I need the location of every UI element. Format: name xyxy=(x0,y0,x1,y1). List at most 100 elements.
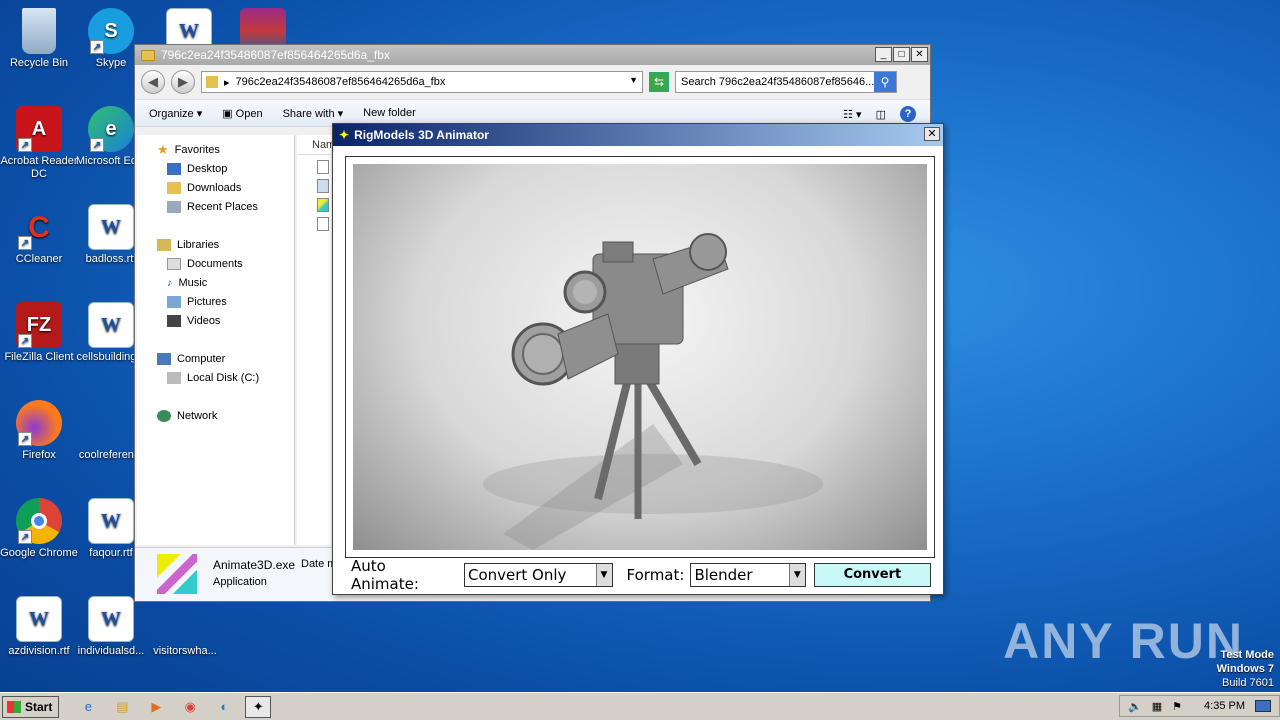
show-desktop-icon[interactable] xyxy=(1255,700,1271,712)
share-with-menu[interactable]: Share with ▾ xyxy=(283,107,344,120)
forward-button[interactable]: ▶ xyxy=(171,70,195,94)
taskbar-edge-icon[interactable]: ◐ xyxy=(211,696,237,718)
animator-controls: Auto Animate: Convert Only ▼ Format: Ble… xyxy=(351,557,931,593)
animator-app-icon: ✦ xyxy=(339,128,350,142)
open-button[interactable]: ▣ Open xyxy=(222,107,262,120)
animator-dialog: ✦ RigModels 3D Animator ✕ Auto Animate: … xyxy=(332,123,944,595)
filezilla-icon: FZ ↗ xyxy=(16,302,62,348)
help-icon[interactable]: ? xyxy=(900,106,916,122)
auto-animate-label: Auto Animate: xyxy=(351,557,419,593)
desktop-icon-acrobat[interactable]: A ↗ Acrobat Reader DC xyxy=(0,106,78,181)
nav-downloads[interactable]: Downloads xyxy=(167,179,241,197)
word-doc-icon: W xyxy=(88,302,134,348)
search-input[interactable]: Search 796c2ea24f35486087ef85646... ⚲ xyxy=(675,71,897,93)
nav-computer[interactable]: Computer xyxy=(157,350,225,368)
disk-icon xyxy=(167,372,181,384)
desktop-icon-recycle-bin[interactable]: Recycle Bin xyxy=(0,8,78,70)
animator-titlebar[interactable]: ✦ RigModels 3D Animator xyxy=(333,124,943,146)
app-file-icon[interactable] xyxy=(317,198,329,212)
close-button[interactable]: ✕ xyxy=(911,47,928,62)
network-icon xyxy=(157,410,171,422)
network-tray-icon[interactable]: ▦ xyxy=(1152,700,1162,713)
back-button[interactable]: ◀ xyxy=(141,70,165,94)
3d-viewport[interactable] xyxy=(345,156,935,558)
nav-favorites[interactable]: ★ Favorites xyxy=(157,141,220,159)
firefox-icon: ↗ xyxy=(16,400,62,446)
nav-videos[interactable]: Videos xyxy=(167,312,220,330)
model-preview xyxy=(353,164,927,550)
folder-icon xyxy=(141,49,155,61)
tripod-weapon-model xyxy=(483,233,823,550)
desktop-icon-visitorswha[interactable]: visitorswha... xyxy=(146,596,224,658)
convert-button[interactable]: Convert xyxy=(813,563,931,587)
nav-recent-places[interactable]: Recent Places xyxy=(167,198,258,216)
nav-music[interactable]: ♪ Music xyxy=(167,274,207,292)
view-controls: ☷ ▾ ◫ ? xyxy=(843,106,916,122)
anyrun-watermark: ANY RUN xyxy=(1003,613,1244,669)
music-icon: ♪ xyxy=(167,277,173,289)
address-dropdown-icon[interactable]: ▼ xyxy=(629,75,638,85)
file-list: Nam xyxy=(297,135,335,545)
desktop-icon xyxy=(167,163,181,175)
folder-icon xyxy=(206,76,218,88)
refresh-button[interactable]: ⇆ xyxy=(649,72,669,92)
dropdown-arrow-icon[interactable]: ▼ xyxy=(788,564,805,586)
word-doc-icon: W xyxy=(88,498,134,544)
maximize-button[interactable]: □ xyxy=(893,47,910,62)
format-label: Format: xyxy=(626,566,685,584)
taskbar-ie-icon[interactable]: e xyxy=(75,696,101,718)
taskbar-explorer-icon[interactable]: ▤ xyxy=(109,696,135,718)
nav-documents[interactable]: Documents xyxy=(167,255,243,273)
downloads-icon xyxy=(167,182,181,194)
start-button[interactable]: Start xyxy=(2,695,60,718)
clock[interactable]: 4:35 PM xyxy=(1204,700,1245,712)
taskbar-chrome-icon[interactable]: ◉ xyxy=(177,696,203,718)
desktop-icon-firefox[interactable]: ↗ Firefox xyxy=(0,400,78,462)
skype-icon: S ↗ xyxy=(88,8,134,54)
taskbar-media-player-icon[interactable]: ▶ xyxy=(143,696,169,718)
desktop-icon-filezilla[interactable]: FZ ↗ FileZilla Client xyxy=(0,302,78,364)
format-select[interactable]: Blender ▼ xyxy=(690,563,806,587)
volume-icon[interactable]: 🔈 xyxy=(1128,700,1142,713)
new-folder-button[interactable]: New folder xyxy=(363,107,416,119)
explorer-titlebar[interactable]: 796c2ea24f35486087ef856464265d6a_fbx _ □… xyxy=(135,45,930,65)
nav-pictures[interactable]: Pictures xyxy=(167,293,227,311)
dropdown-arrow-icon[interactable]: ▼ xyxy=(595,564,612,586)
ccleaner-icon: C ↗ xyxy=(16,204,62,250)
taskbar-animator-icon[interactable]: ✦ xyxy=(245,695,272,718)
image-file-icon[interactable] xyxy=(317,179,329,193)
search-icon[interactable]: ⚲ xyxy=(874,72,896,92)
nav-local-disk[interactable]: Local Disk (C:) xyxy=(167,369,259,387)
blank-file-icon xyxy=(88,400,134,446)
word-doc-icon: W xyxy=(88,596,134,642)
desktop-icon-azdivision[interactable]: W azdivision.rtf xyxy=(0,596,78,658)
organize-menu[interactable]: Organize ▾ xyxy=(149,107,202,120)
nav-libraries[interactable]: Libraries xyxy=(157,236,219,254)
computer-icon xyxy=(157,353,171,365)
chrome-icon: ↗ xyxy=(16,498,62,544)
file-icon[interactable] xyxy=(317,217,329,231)
action-center-flag-icon[interactable]: ⚑ xyxy=(1172,700,1182,713)
column-header-name[interactable]: Nam xyxy=(297,135,335,155)
videos-icon xyxy=(167,315,181,327)
word-doc-icon: W xyxy=(88,204,134,250)
nav-network[interactable]: Network xyxy=(157,407,217,425)
auto-animate-select[interactable]: Convert Only ▼ xyxy=(463,563,613,587)
recycle-bin-icon xyxy=(22,8,56,54)
recent-places-icon xyxy=(167,201,181,213)
minimize-button[interactable]: _ xyxy=(875,47,892,62)
word-doc-icon: W xyxy=(16,596,62,642)
file-icon[interactable] xyxy=(317,160,329,174)
preview-pane-icon[interactable]: ◫ xyxy=(876,108,886,121)
details-pane: Animate3D.exe Application Date m xyxy=(135,547,336,601)
blank-file-icon xyxy=(162,596,208,642)
desktop-icon-chrome[interactable]: ↗ Google Chrome xyxy=(0,498,78,560)
animator-close-button[interactable]: ✕ xyxy=(924,127,940,141)
desktop-icon-individualsd[interactable]: W individualsd... xyxy=(72,596,150,658)
address-bar[interactable]: ▸ 796c2ea24f35486087ef856464265d6a_fbx ▼ xyxy=(201,71,643,93)
nav-desktop[interactable]: Desktop xyxy=(167,160,227,178)
pictures-icon xyxy=(167,296,181,308)
view-options-icon[interactable]: ☷ ▾ xyxy=(843,108,861,121)
acrobat-icon: A ↗ xyxy=(16,106,62,152)
desktop-icon-ccleaner[interactable]: C ↗ CCleaner xyxy=(0,204,78,266)
